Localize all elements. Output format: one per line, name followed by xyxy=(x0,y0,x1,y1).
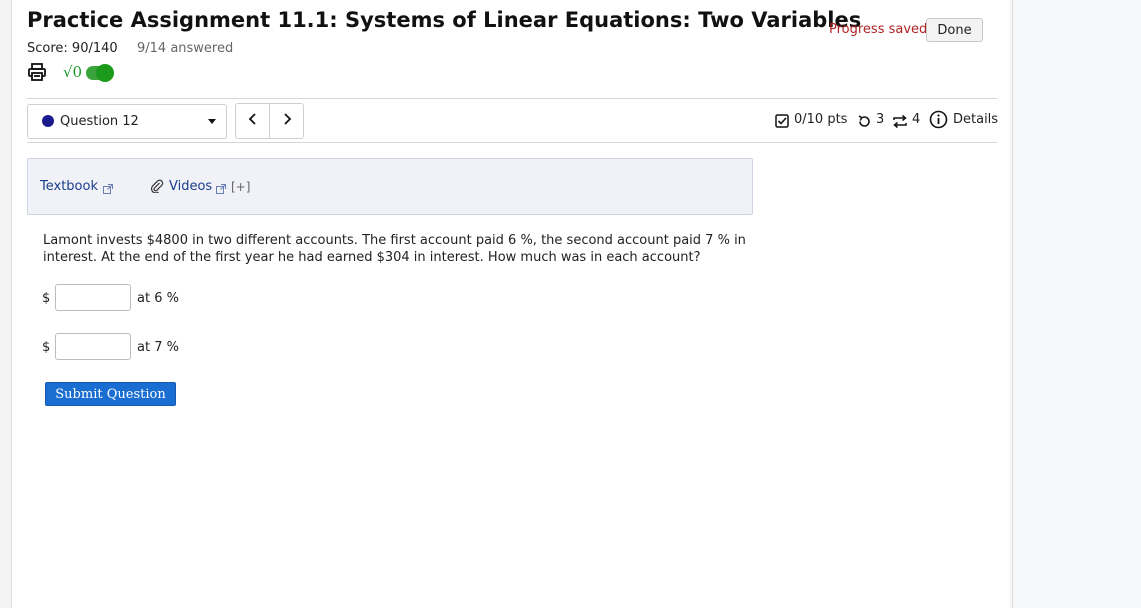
external-link-icon xyxy=(216,179,226,194)
progress-saved-status: Progress saved xyxy=(829,22,928,37)
points-text: 0/10 pts xyxy=(794,112,848,127)
question-status-dot xyxy=(42,115,54,127)
checkbox-icon xyxy=(775,114,790,133)
next-question-button[interactable] xyxy=(270,104,303,138)
videos-link[interactable]: Videos xyxy=(169,179,212,194)
attempts-count: 4 xyxy=(912,112,921,127)
question-selector[interactable]: Question 12 xyxy=(27,104,227,139)
external-link-icon xyxy=(103,179,113,194)
answered-count: 9/14 answered xyxy=(137,41,234,56)
question-selector-label: Question 12 xyxy=(60,114,139,129)
score-text: Score: 90/140 xyxy=(27,41,118,56)
answer-label-6-percent: at 6 % xyxy=(137,291,179,306)
page-title: Practice Assignment 11.1: Systems of Lin… xyxy=(27,8,862,32)
chevron-left-icon xyxy=(248,113,256,125)
math-entry-icon[interactable]: √0 xyxy=(63,62,82,82)
attempts-icon xyxy=(892,114,908,133)
right-side-panel xyxy=(1012,0,1141,608)
expand-resources-button[interactable]: [+] xyxy=(231,180,250,194)
toggle-switch[interactable] xyxy=(86,64,114,82)
retry-icon xyxy=(857,114,872,133)
question-nav xyxy=(235,103,304,139)
answer-input-6-percent[interactable] xyxy=(55,284,131,311)
toggle-knob xyxy=(96,64,114,82)
previous-question-button[interactable] xyxy=(236,104,270,138)
answer-label-7-percent: at 7 % xyxy=(137,340,179,355)
print-icon[interactable] xyxy=(27,62,47,82)
chevron-right-icon xyxy=(283,113,291,125)
question-text: Lamont invests $4800 in two different ac… xyxy=(43,233,746,265)
currency-symbol: $ xyxy=(42,340,51,355)
divider xyxy=(27,142,997,143)
chevron-down-icon xyxy=(208,119,216,124)
textbook-link[interactable]: Textbook xyxy=(40,179,98,194)
details-link[interactable]: Details xyxy=(953,112,998,127)
retries-count: 3 xyxy=(876,112,885,127)
paperclip-icon xyxy=(150,178,164,194)
answer-input-7-percent[interactable] xyxy=(55,333,131,360)
currency-symbol: $ xyxy=(42,291,51,306)
divider xyxy=(27,98,997,99)
info-icon[interactable] xyxy=(929,110,948,133)
submit-question-button[interactable]: Submit Question xyxy=(45,382,176,406)
done-button[interactable]: Done xyxy=(926,18,983,42)
resources-panel: Textbook Videos [+] xyxy=(27,158,753,215)
left-gutter xyxy=(0,0,12,608)
